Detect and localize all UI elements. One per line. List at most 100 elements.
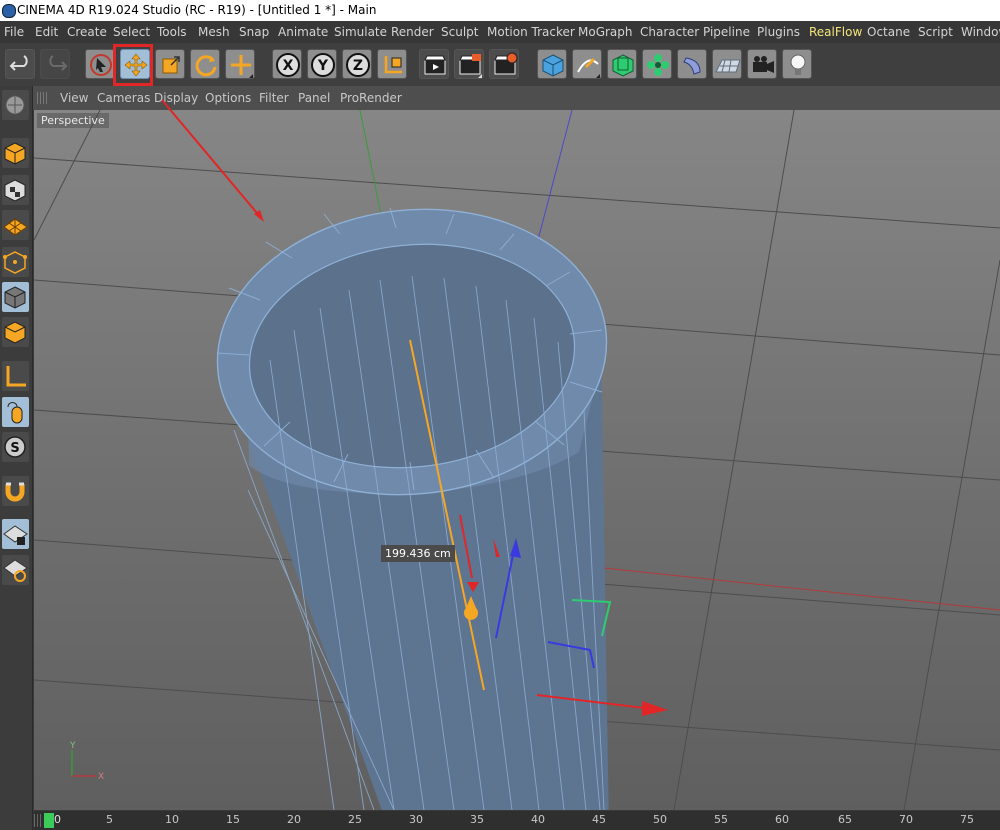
model-mode-icon <box>4 142 26 165</box>
render-picture-viewer-button[interactable] <box>454 49 484 79</box>
model-mode-button[interactable] <box>2 138 29 168</box>
cylinder-mesh <box>216 207 609 810</box>
menu-mesh[interactable]: Mesh <box>198 21 230 43</box>
pen-spline-button[interactable] <box>572 49 602 79</box>
locked-workplane-button[interactable] <box>2 519 29 549</box>
timeline-tick: 20 <box>287 813 301 826</box>
edges-mode-icon <box>4 286 26 309</box>
viewport-menu-options[interactable]: Options <box>205 86 251 110</box>
svg-text:Y: Y <box>317 58 329 74</box>
y-axis-icon: Y <box>311 53 335 77</box>
main-menu-bar: File Edit Create Select Tools Mesh Snap … <box>0 21 1000 43</box>
coordinate-system-icon <box>384 56 402 74</box>
make-editable-button[interactable] <box>2 90 29 120</box>
svg-text:X: X <box>98 772 104 782</box>
timeline-grip-icon[interactable] <box>34 814 42 827</box>
timeline-tick: 75 <box>960 813 974 826</box>
menu-edit[interactable]: Edit <box>35 21 58 43</box>
polygons-mode-button[interactable] <box>2 317 29 347</box>
menu-file[interactable]: File <box>4 21 24 43</box>
menu-realflow[interactable]: RealFlow <box>809 21 862 43</box>
workplane-lock-icon <box>3 525 28 545</box>
menu-snap[interactable]: Snap <box>239 21 269 43</box>
workplane-mode-button[interactable] <box>2 210 29 240</box>
snap-toggle-button[interactable]: S <box>2 432 29 462</box>
menu-simulate[interactable]: Simulate <box>334 21 387 43</box>
add-object-button[interactable] <box>225 49 255 79</box>
timeline-tick: 45 <box>592 813 606 826</box>
viewport-scene: Y X <box>34 110 1000 810</box>
light-object-button[interactable] <box>782 49 812 79</box>
menu-octane[interactable]: Octane <box>867 21 910 43</box>
edges-mode-button[interactable] <box>2 282 29 312</box>
menu-sculpt[interactable]: Sculpt <box>441 21 478 43</box>
move-tool-highlight-box <box>113 44 153 86</box>
timeline-ruler[interactable]: 0 5 10 15 20 25 30 35 40 45 50 55 60 65 … <box>34 811 1000 830</box>
planar-workplane-button[interactable] <box>2 555 29 585</box>
x-axis-lock-button[interactable]: X <box>272 49 302 79</box>
viewport-menu-prorender[interactable]: ProRender <box>340 86 402 110</box>
axis-mode-button[interactable] <box>2 361 29 391</box>
menu-window[interactable]: Window <box>961 21 1000 43</box>
coordinate-system-button[interactable] <box>377 49 407 79</box>
planar-workplane-icon <box>3 559 28 582</box>
cube-object-button[interactable] <box>537 49 567 79</box>
deformer-button[interactable] <box>677 49 707 79</box>
menu-select[interactable]: Select <box>113 21 150 43</box>
z-axis-lock-button[interactable]: Z <box>342 49 372 79</box>
window-title: CINEMA 4D R19.024 Studio (RC - R19) - [U… <box>17 3 377 17</box>
rotate-tool-button[interactable] <box>190 49 220 79</box>
cinema4d-app-icon <box>2 4 16 18</box>
render-view-icon <box>424 55 446 75</box>
rotate-icon <box>195 55 217 77</box>
timeline-tick: 65 <box>838 813 852 826</box>
texture-mode-button[interactable] <box>2 175 29 205</box>
viewport-menu-view[interactable]: View <box>60 86 88 110</box>
svg-text:S: S <box>10 441 19 456</box>
menu-tools[interactable]: Tools <box>157 21 187 43</box>
menu-motion-tracker[interactable]: Motion Tracker <box>487 21 575 43</box>
viewport-menu-panel[interactable]: Panel <box>298 86 330 110</box>
menu-pipeline[interactable]: Pipeline <box>703 21 750 43</box>
magnet-tool-button[interactable] <box>2 476 29 506</box>
viewport-menu-cameras[interactable]: Cameras <box>97 86 150 110</box>
scale-tool-button[interactable] <box>155 49 185 79</box>
viewport-menu-display[interactable]: Display <box>154 86 198 110</box>
points-mode-button[interactable] <box>2 247 29 277</box>
magnet-icon <box>5 482 25 502</box>
timeline-start-frame: 0 <box>54 813 61 826</box>
perspective-viewport[interactable]: Y X Perspective 199.436 cm <box>34 110 1000 810</box>
redo-button[interactable] <box>40 49 70 79</box>
tweak-mode-button[interactable] <box>2 397 29 427</box>
cloner-button[interactable] <box>642 49 672 79</box>
menu-create[interactable]: Create <box>67 21 107 43</box>
subdivision-surface-icon <box>612 54 634 77</box>
svg-text:Y: Y <box>69 741 76 751</box>
floor-object-button[interactable] <box>712 49 742 79</box>
undo-button[interactable] <box>5 49 35 79</box>
panel-grip-icon[interactable] <box>37 92 49 104</box>
render-view-button[interactable] <box>419 49 449 79</box>
left-mode-toolbar: S <box>0 86 33 830</box>
menu-animate[interactable]: Animate <box>278 21 328 43</box>
cloner-icon <box>647 54 669 76</box>
live-selection-icon <box>90 54 112 76</box>
menu-script[interactable]: Script <box>918 21 953 43</box>
camera-object-button[interactable] <box>747 49 777 79</box>
measurement-readout: 199.436 cm <box>381 545 455 562</box>
menu-mograph[interactable]: MoGraph <box>578 21 633 43</box>
timeline-tick: 5 <box>106 813 113 826</box>
light-icon <box>790 54 806 75</box>
snap-s-icon: S <box>4 436 26 458</box>
menu-render[interactable]: Render <box>391 21 434 43</box>
live-selection-button[interactable] <box>85 49 115 79</box>
viewport-menu-filter[interactable]: Filter <box>259 86 289 110</box>
axis-icon <box>6 366 26 387</box>
texture-mode-icon <box>4 179 26 202</box>
subdivision-surface-button[interactable] <box>607 49 637 79</box>
y-axis-lock-button[interactable]: Y <box>307 49 337 79</box>
render-settings-button[interactable] <box>489 49 519 79</box>
current-frame-marker[interactable] <box>44 813 54 828</box>
menu-plugins[interactable]: Plugins <box>757 21 800 43</box>
menu-character[interactable]: Character <box>640 21 699 43</box>
